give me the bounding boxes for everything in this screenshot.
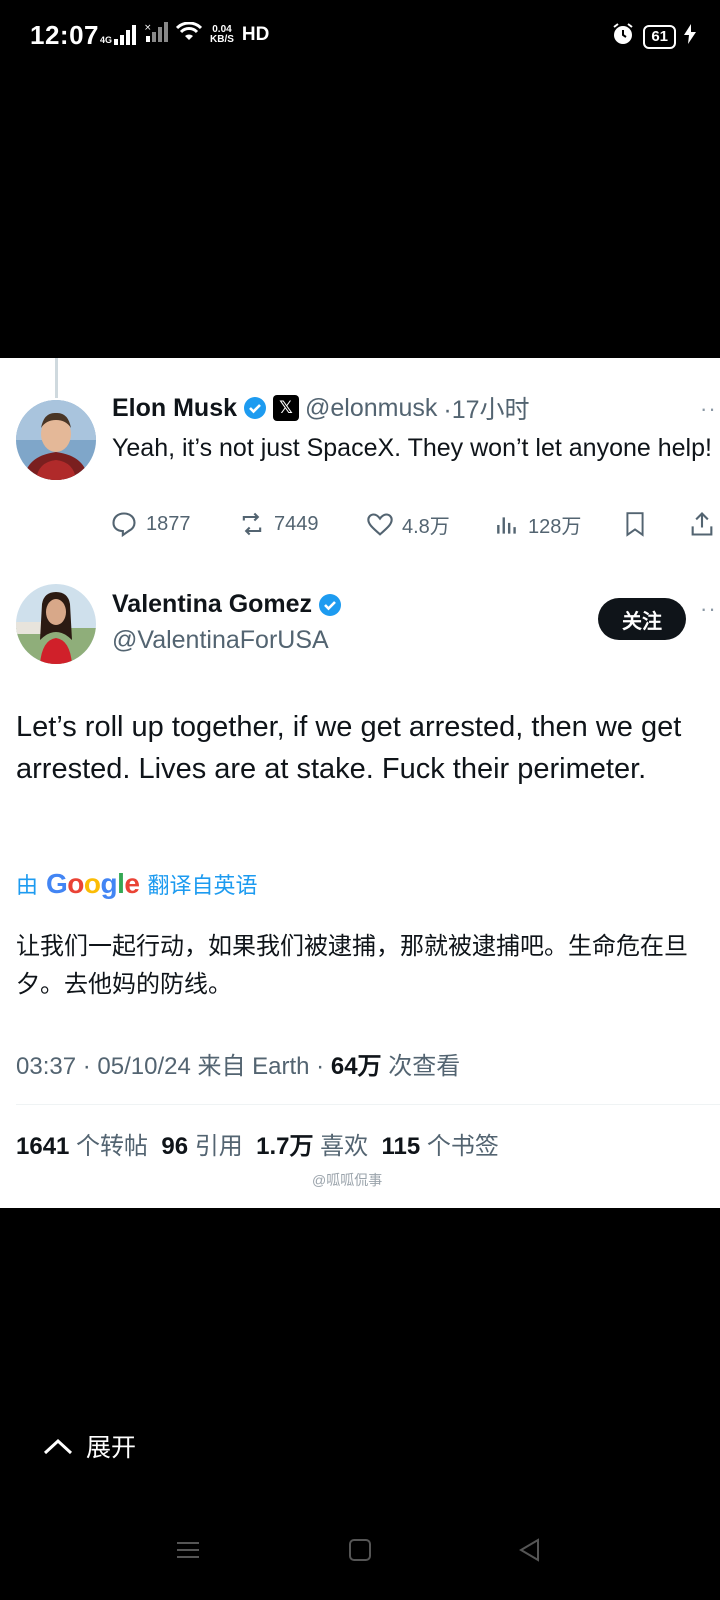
svg-text:×: × xyxy=(144,23,152,33)
clock: 12:07 xyxy=(30,20,99,50)
bookmarks-number: 115 xyxy=(381,1133,421,1160)
alarm-icon xyxy=(611,22,635,51)
charging-icon xyxy=(684,24,696,49)
main-author-row: Valentina Gomez xyxy=(112,590,342,619)
reply-icon xyxy=(112,512,136,538)
net-speed: 0.04 KB/S xyxy=(210,23,234,45)
tweet-timestamp[interactable]: 03:37 · 05/10/24 来自 Earth · xyxy=(16,1053,331,1080)
share-button[interactable] xyxy=(688,510,716,538)
translate-prefix: 由 xyxy=(16,873,39,898)
verified-icon xyxy=(319,593,342,616)
bookmarks-label: 个书签 xyxy=(420,1133,499,1160)
author-name[interactable]: Valentina Gomez xyxy=(112,590,312,619)
more-options-icon[interactable]: ·· xyxy=(700,396,717,422)
quotes-stat[interactable]: 96 引用 xyxy=(161,1133,242,1160)
author-handle[interactable]: @elonmusk xyxy=(305,394,437,423)
repost-button[interactable]: 7449 xyxy=(238,510,319,538)
chevron-up-icon xyxy=(43,1438,73,1455)
battery-icon: 61 xyxy=(643,24,676,49)
x-affiliation-icon: 𝕏 xyxy=(273,395,300,421)
status-icons: 4G × 0.04 KB/S HD xyxy=(100,21,270,47)
tweet-time: ·17小时 xyxy=(443,396,530,424)
translation-header[interactable]: 由 Google 翻译自英语 xyxy=(16,868,258,900)
author-handle[interactable]: @ValentinaForUSA xyxy=(112,626,329,655)
net-speed-value: 0.04 xyxy=(212,23,232,35)
net-speed-unit: KB/S xyxy=(210,33,234,45)
wifi-icon xyxy=(175,21,203,47)
quotes-number: 96 xyxy=(161,1133,189,1160)
bookmark-button[interactable] xyxy=(622,510,648,538)
reposts-label: 个转帖 xyxy=(69,1133,149,1160)
likes-number: 1.7万 xyxy=(256,1133,314,1160)
reply-button[interactable]: 1877 xyxy=(110,510,191,538)
author-name[interactable]: Elon Musk xyxy=(112,394,237,423)
translate-suffix: 翻译自英语 xyxy=(147,873,258,898)
like-count: 4.8万 xyxy=(402,516,450,538)
views-count: 128万 xyxy=(528,516,582,538)
more-options-icon[interactable]: ·· xyxy=(700,596,717,622)
menu-icon[interactable] xyxy=(174,1536,202,1569)
thread-line-top xyxy=(55,358,58,398)
reply-tweet-text: Yeah, it’s not just SpaceX. They won’t l… xyxy=(112,434,712,462)
google-logo: Google xyxy=(46,868,140,899)
views-button[interactable]: 128万 xyxy=(494,510,581,539)
repost-icon xyxy=(242,512,262,536)
engagement-stats: 1641 个转帖 96 引用 1.7万 喜欢 115 个书签 xyxy=(16,1126,499,1161)
signal-icon: 4G xyxy=(100,24,137,45)
reposts-number: 1641 xyxy=(16,1133,70,1160)
verified-icon xyxy=(244,397,267,419)
view-count-label: 次查看 xyxy=(381,1053,461,1080)
watermark: @呱呱侃事 xyxy=(312,1172,383,1188)
bookmark-icon xyxy=(626,512,644,537)
main-tweet-text: Let’s roll up together, if we get arrest… xyxy=(16,711,682,785)
tweet-card: Elon Musk 𝕏 @elonmusk ·17小时 ·· Yeah, it’… xyxy=(0,358,720,1208)
home-icon[interactable] xyxy=(346,1536,374,1569)
expand-button[interactable]: 展开 xyxy=(42,1428,136,1464)
reply-count: 1877 xyxy=(146,512,191,535)
hd-indicator: HD xyxy=(241,23,270,45)
likes-label: 喜欢 xyxy=(313,1133,369,1160)
network-type: 4G xyxy=(100,34,113,45)
heart-icon xyxy=(367,512,393,536)
system-nav-bar xyxy=(0,1520,720,1600)
avatar-valentina[interactable] xyxy=(16,584,96,664)
like-button[interactable]: 4.8万 xyxy=(366,510,450,539)
signal-2-icon: × xyxy=(144,22,169,47)
view-count: 64万 xyxy=(330,1053,382,1080)
likes-stat[interactable]: 1.7万 喜欢 xyxy=(256,1133,368,1160)
bookmarks-stat[interactable]: 115 个书签 xyxy=(382,1133,499,1160)
reply-action-bar: 1877 7449 4.8万 128万 xyxy=(110,510,720,550)
follow-button[interactable]: 关注 xyxy=(598,598,686,640)
reposts-stat[interactable]: 1641 个转帖 xyxy=(16,1133,148,1160)
avatar-elon[interactable] xyxy=(16,400,96,480)
expand-label: 展开 xyxy=(86,1434,137,1462)
status-right: 61 xyxy=(611,22,696,51)
translated-text: 让我们一起行动，如果我们被逮捕，那就被逮捕吧。生命危在旦夕。去他妈的防线。 xyxy=(16,933,688,998)
share-icon xyxy=(691,512,713,536)
repost-count: 7449 xyxy=(274,512,319,535)
back-icon[interactable] xyxy=(516,1536,544,1569)
views-icon xyxy=(497,516,516,534)
status-bar: 12:07 4G × 0.04 KB/S HD 61 xyxy=(0,0,720,72)
divider xyxy=(16,1104,720,1105)
reply-author-row: Elon Musk 𝕏 @elonmusk ·17小时 xyxy=(112,390,530,426)
quotes-label: 引用 xyxy=(188,1133,243,1160)
tweet-meta: 03:37 · 05/10/24 来自 Earth · 64万 次查看 xyxy=(16,1046,460,1081)
